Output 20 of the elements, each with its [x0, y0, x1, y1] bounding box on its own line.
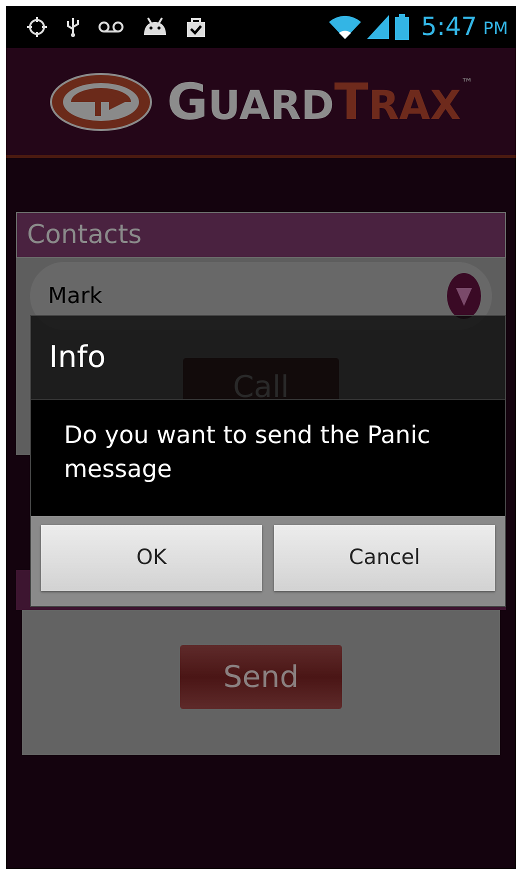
signal-icon — [366, 15, 389, 39]
logo-wordmark: TRAX — [334, 76, 461, 126]
gps-icon — [26, 16, 48, 38]
wifi-icon — [328, 15, 361, 39]
dialog-message: Do you want to send the Panic message — [64, 420, 432, 485]
usb-icon — [66, 16, 80, 38]
logo-emblem-icon — [49, 72, 153, 132]
dialog-title: Info — [49, 339, 106, 377]
clock-ampm: PM — [483, 18, 508, 42]
clock-time: 5:47 — [420, 11, 478, 44]
contacts-title: Contacts — [27, 218, 142, 252]
shopping-bag-check-icon — [186, 16, 206, 38]
dialog-button[interactable]: Cancel — [274, 525, 495, 591]
dialog-button[interactable]: OK — [41, 525, 262, 591]
logo-wordmark: GUARD — [167, 76, 334, 126]
android-icon — [142, 17, 168, 37]
battery-icon — [394, 14, 409, 40]
send-button[interactable]: Send — [180, 645, 342, 709]
trademark-sign: ™ — [460, 76, 473, 88]
voicemail-icon — [98, 21, 124, 33]
